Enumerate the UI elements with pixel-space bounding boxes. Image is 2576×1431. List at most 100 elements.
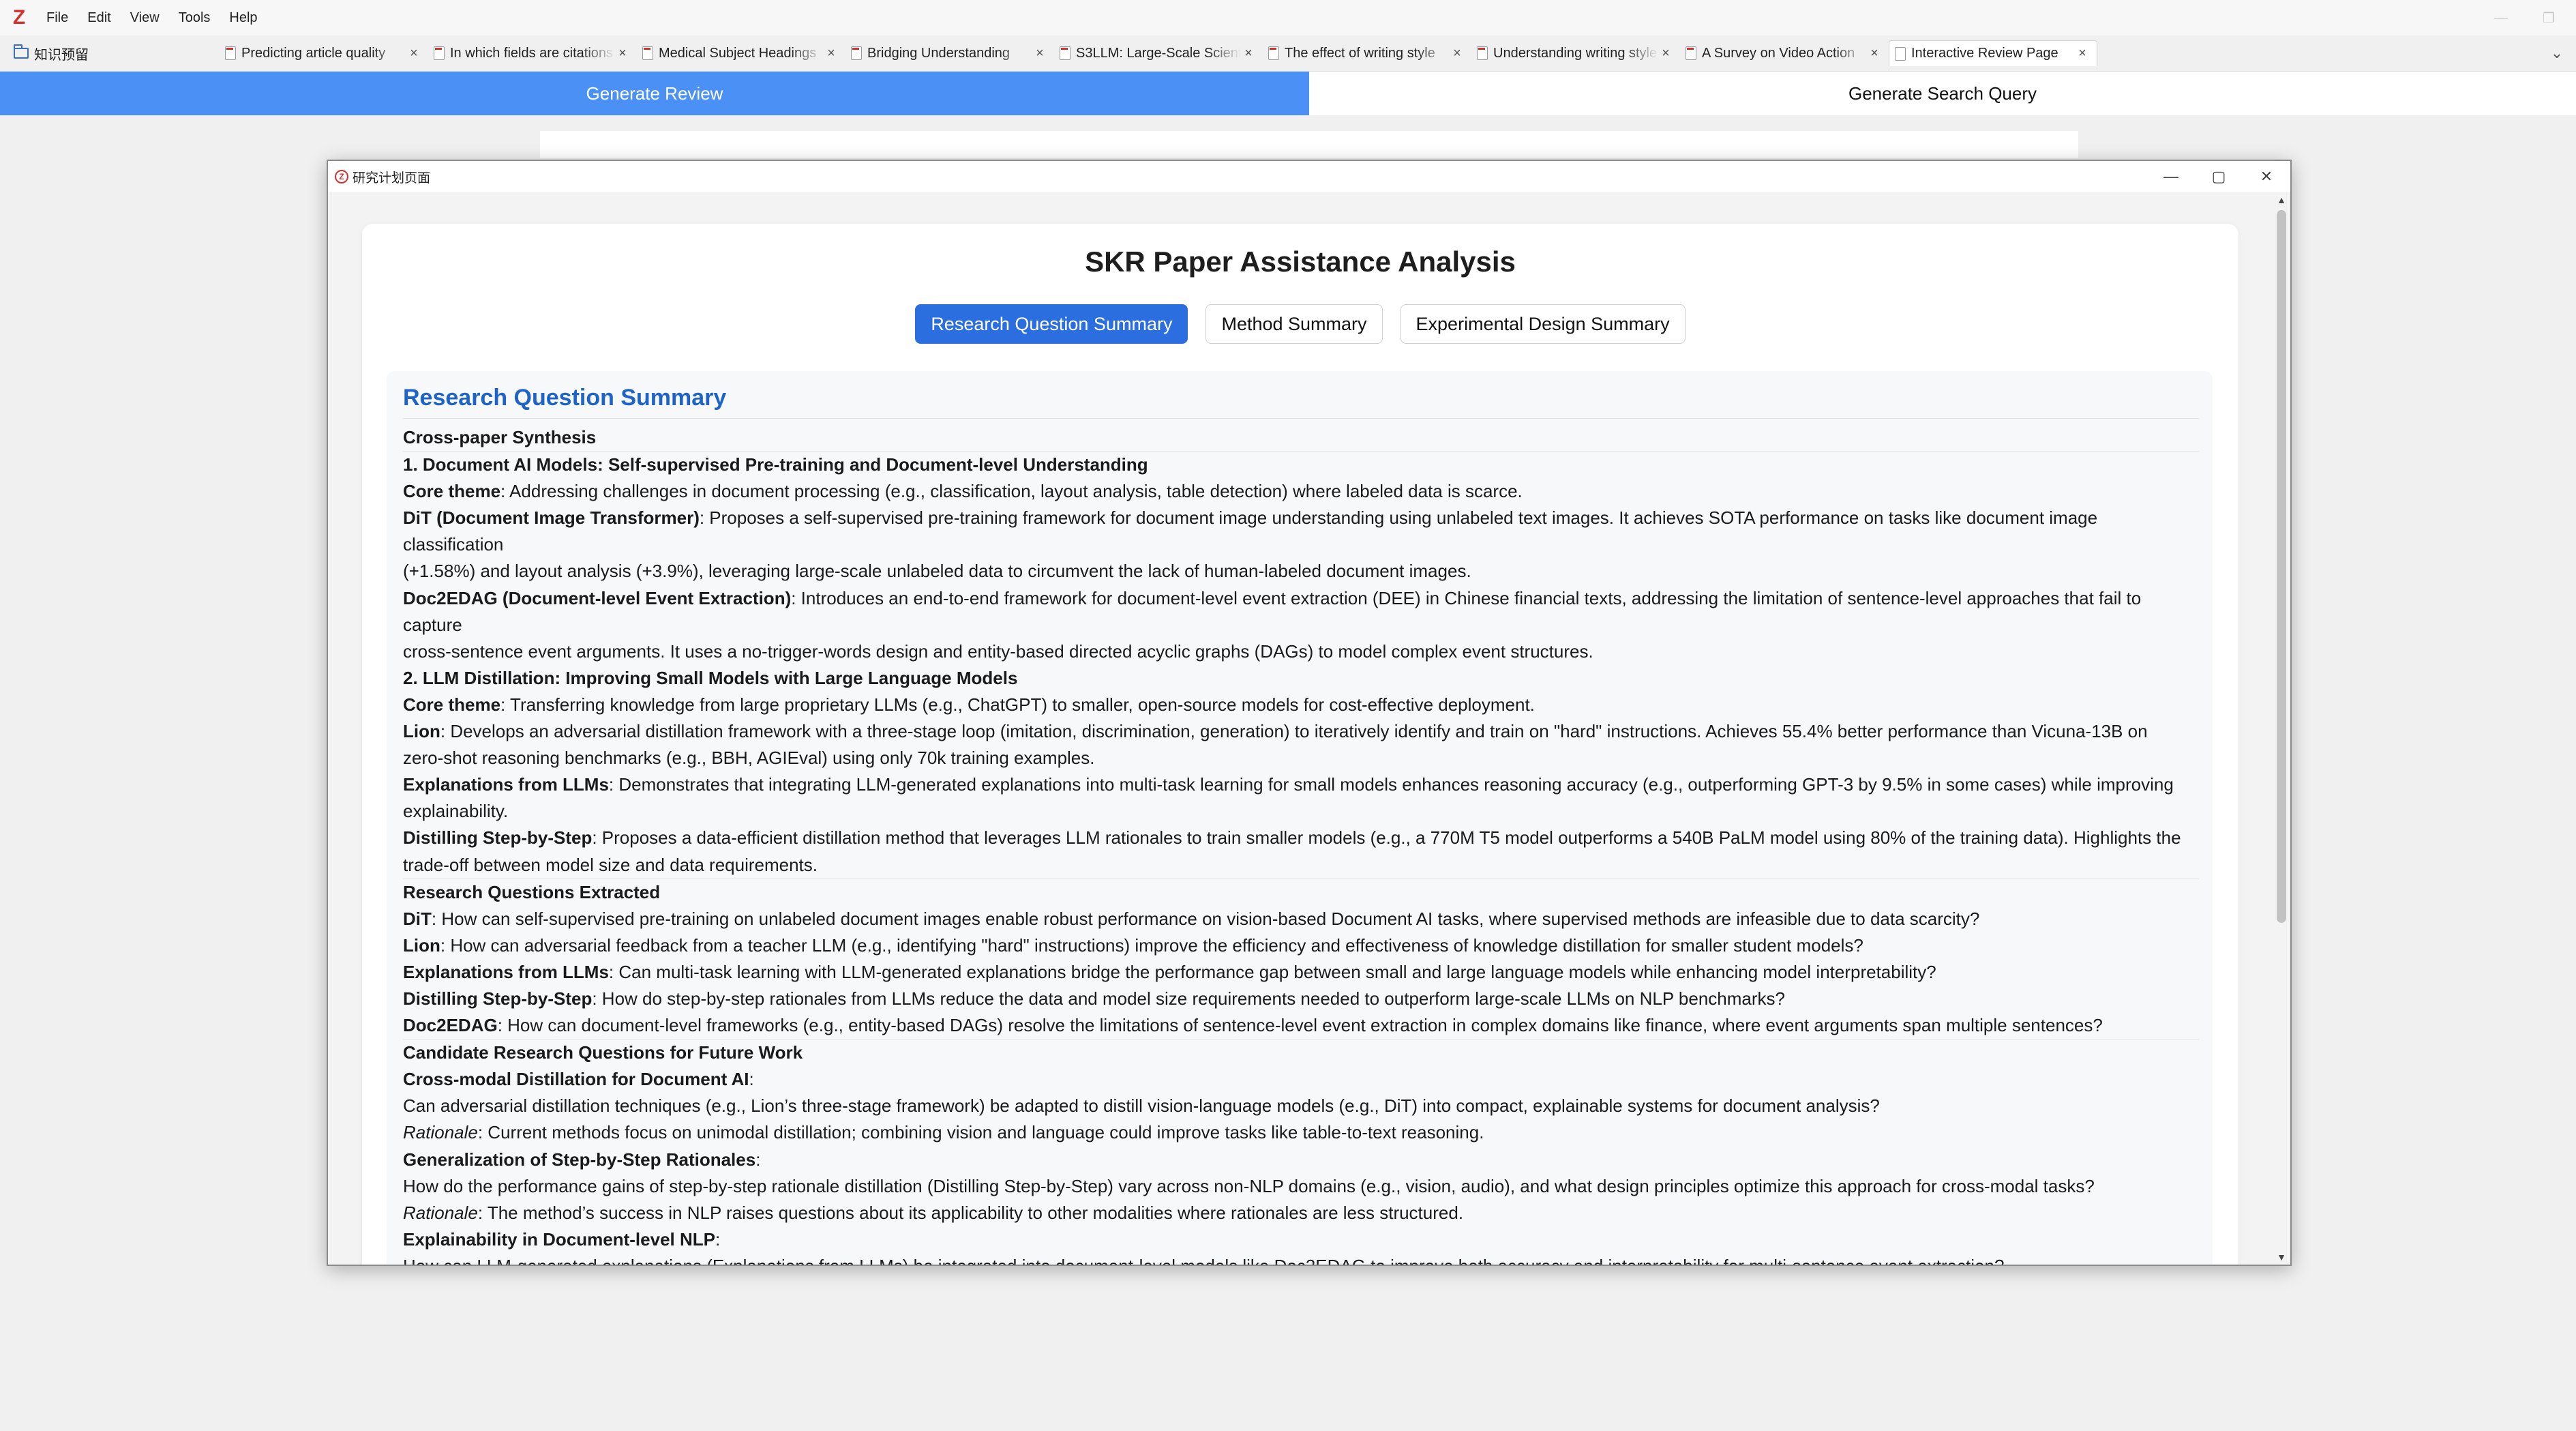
pdf-icon <box>1268 46 1279 60</box>
method-summary-button[interactable]: Method Summary <box>1205 304 1383 344</box>
summary-line: Core theme: Transferring knowledge from … <box>403 692 2199 718</box>
library-tab[interactable]: 知识预留 <box>14 42 89 64</box>
summary-line: Lion: Develops an adversarial distillati… <box>403 718 2199 745</box>
page-icon <box>1895 46 1906 61</box>
summary-line: Cross-paper Synthesis <box>403 424 2199 452</box>
minimize-icon[interactable]: — <box>2147 161 2195 192</box>
close-icon[interactable]: × <box>406 46 421 61</box>
experimental-design-summary-button[interactable]: Experimental Design Summary <box>1400 304 1686 344</box>
maximize-icon[interactable]: ▢ <box>2195 161 2243 192</box>
text-span: : How can adversarial feedback from a te… <box>440 934 1863 956</box>
bold-text: 2. LLM Distillation: Improving Small Mod… <box>403 667 1018 688</box>
scroll-up-icon[interactable]: ▲ <box>2273 192 2290 207</box>
pdf-icon <box>225 46 236 60</box>
summary-line: Distilling Step-by-Step: How do step-by-… <box>403 986 2199 1012</box>
menu-help[interactable]: Help <box>220 0 267 35</box>
menu-tools[interactable]: Tools <box>169 0 220 35</box>
bold-text: Core theme <box>403 694 501 715</box>
summary-line: zero-shot reasoning benchmarks (e.g., BB… <box>403 745 2199 771</box>
tab-label: The effect of writing style <box>1285 45 1435 61</box>
generate-bar: Generate Review Generate Search Query <box>0 72 2576 115</box>
document-tab[interactable]: A Survey on Video Action × <box>1680 40 1889 66</box>
tab-label: Medical Subject Headings <box>659 45 817 61</box>
summary-line: How do the performance gains of step-by-… <box>403 1173 2199 1200</box>
pdf-icon <box>851 46 862 60</box>
vertical-scrollbar[interactable]: ▲ ▼ <box>2273 192 2290 1265</box>
bold-text: Cross-paper Synthesis <box>403 427 597 447</box>
summary-tab-buttons: Research Question Summary Method Summary… <box>362 304 2238 344</box>
summary-line: Doc2EDAG: How can document-level framewo… <box>403 1012 2199 1040</box>
text-span: : Develops an adversarial distillation f… <box>440 721 2148 742</box>
document-tab[interactable]: Bridging Understanding × <box>845 40 1054 66</box>
scroll-down-icon[interactable]: ▼ <box>2273 1250 2290 1265</box>
summary-line: Research Questions Extracted <box>403 879 2199 906</box>
tab-label: Bridging Understanding <box>867 45 1010 61</box>
bold-text: Lion <box>403 934 440 956</box>
pdf-icon <box>1477 46 1488 60</box>
text-span: Can adversarial distillation techniques … <box>403 1095 1880 1117</box>
pdf-icon <box>642 46 653 60</box>
close-icon[interactable]: × <box>1032 46 1047 61</box>
summary-line: (+1.58%) and layout analysis (+3.9%), le… <box>403 558 2199 585</box>
window-titlebar[interactable]: Z 研究计划页面 — ▢ ✕ <box>328 161 2290 192</box>
document-tab[interactable]: Predicting article quality × <box>220 40 428 66</box>
summary-line: How can LLM-generated explanations (Expl… <box>403 1253 2199 1265</box>
restore-icon[interactable]: ❐ <box>2530 0 2568 35</box>
chevron-down-icon[interactable]: ⌄ <box>2546 42 2568 64</box>
bold-text: Candidate Research Questions for Future … <box>403 1042 803 1063</box>
summary-panel: Research Question Summary Cross-paper Sy… <box>387 371 2213 1265</box>
close-icon[interactable]: × <box>1450 46 1465 61</box>
summary-line: Doc2EDAG (Document-level Event Extractio… <box>403 585 2199 638</box>
text-span: : How can self-supervised pre-training o… <box>431 908 1980 929</box>
document-tab[interactable]: S3LLM: Large-Scale Scientific × <box>1054 40 1263 66</box>
close-icon[interactable]: × <box>615 46 630 61</box>
document-tab[interactable]: Interactive Review Page × <box>1889 40 2097 66</box>
generate-search-query-button[interactable]: Generate Search Query <box>1309 72 2576 115</box>
minimize-icon[interactable]: — <box>2482 0 2520 35</box>
pdf-icon <box>1686 46 1696 60</box>
italic-text: Rationale <box>403 1122 478 1143</box>
scroll-thumb[interactable] <box>2277 210 2286 923</box>
close-icon[interactable]: ✕ <box>2243 161 2290 192</box>
tab-label: A Survey on Video Action <box>1702 45 1855 61</box>
summary-line: Explanations from LLMs: Demonstrates tha… <box>403 771 2199 798</box>
document-tab[interactable]: In which fields are citations × <box>428 40 637 66</box>
summary-line: Explainability in Document-level NLP: <box>403 1226 2199 1253</box>
text-span: : How do step-by-step rationales from LL… <box>592 988 1785 1009</box>
summary-line: DiT (Document Image Transformer): Propos… <box>403 505 2199 558</box>
close-icon[interactable]: × <box>1867 46 1882 61</box>
close-icon[interactable]: × <box>2075 46 2090 61</box>
menu-edit[interactable]: Edit <box>78 0 120 35</box>
close-icon[interactable]: × <box>824 46 839 61</box>
bold-text: Cross-modal Distillation for Document AI <box>403 1069 749 1090</box>
document-tab[interactable]: Understanding writing style × <box>1471 40 1680 66</box>
bold-text: 1. Document AI Models: Self-supervised P… <box>403 454 1148 475</box>
summary-line: Rationale: Current methods focus on unim… <box>403 1119 2199 1146</box>
bold-text: Doc2EDAG (Document-level Event Extractio… <box>403 587 792 608</box>
summary-line: Core theme: Addressing challenges in doc… <box>403 478 2199 505</box>
app-logo[interactable]: Z <box>1 0 37 35</box>
menu-view[interactable]: View <box>121 0 169 35</box>
generate-review-button[interactable]: Generate Review <box>0 72 1309 115</box>
bold-text: Explanations from LLMs <box>403 961 609 982</box>
menu-file[interactable]: File <box>37 0 78 35</box>
text-span: (+1.58%) and layout analysis (+3.9%), le… <box>403 561 1471 582</box>
close-icon[interactable]: × <box>1241 46 1256 61</box>
document-tab[interactable]: The effect of writing style × <box>1263 40 1471 66</box>
bold-text: DiT <box>403 908 432 929</box>
document-tab[interactable]: Medical Subject Headings × <box>637 40 845 66</box>
summary-line: Cross-modal Distillation for Document AI… <box>403 1066 2199 1093</box>
summary-line: Lion: How can adversarial feedback from … <box>403 932 2199 959</box>
text-span: : Proposes a data-efficient distillation… <box>592 827 2181 849</box>
summary-line: explainability. <box>403 798 2199 825</box>
research-question-summary-button[interactable]: Research Question Summary <box>915 304 1188 344</box>
text-span: : How can document-level frameworks (e.g… <box>497 1015 2103 1036</box>
document-tabs: Predicting article quality × In which fiel… <box>220 40 2097 66</box>
close-icon[interactable]: × <box>1658 46 1673 61</box>
tab-label: S3LLM: Large-Scale Scientific <box>1076 45 1241 61</box>
text-span: : Current methods focus on unimodal dist… <box>477 1122 1484 1143</box>
summary-line: cross-sentence event arguments. It uses … <box>403 638 2199 665</box>
tab-strip: 知识预留 Predicting article quality × In which… <box>0 35 2576 72</box>
folder-icon <box>14 44 29 59</box>
summary-line: Candidate Research Questions for Future … <box>403 1039 2199 1066</box>
